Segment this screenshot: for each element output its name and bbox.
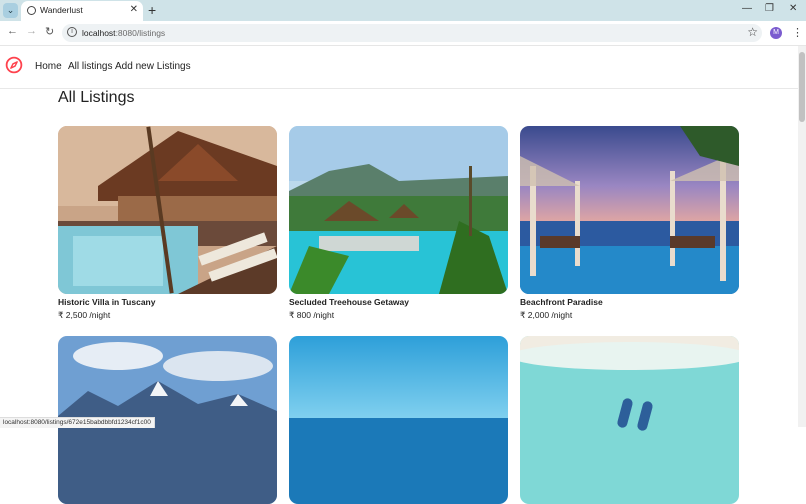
tab-search-icon[interactable]: ⌄	[3, 3, 18, 18]
tab-title: Wanderlust	[40, 5, 83, 15]
browser-menu-icon[interactable]: ⋮	[792, 26, 803, 39]
nav-link-home[interactable]: Home	[35, 61, 62, 72]
url-path: :8080/listings	[115, 28, 166, 38]
nav-link-add-listing[interactable]: Add new Listings	[115, 61, 191, 72]
listing-card[interactable]: Beachfront Paradise ₹ 2,000 /night	[520, 126, 739, 320]
globe-icon	[27, 6, 36, 15]
listing-price: ₹ 2,000 /night	[520, 310, 573, 320]
listing-image[interactable]	[289, 126, 508, 294]
compass-icon[interactable]	[5, 56, 23, 74]
address-bar[interactable]: i localhost:8080/listings ☆	[62, 24, 762, 42]
listing-card[interactable]: Secluded Treehouse Getaway ₹ 800 /night	[289, 126, 508, 320]
forward-icon[interactable]: →	[26, 25, 37, 37]
status-url: localhost:8080/listings/672e15babdbbfd12…	[0, 417, 155, 428]
nav-link-all-listings[interactable]: All listings	[68, 61, 112, 72]
profile-avatar[interactable]: M	[770, 27, 782, 39]
back-icon[interactable]: ←	[7, 25, 18, 37]
page-title: All Listings	[58, 89, 135, 106]
listing-image[interactable]	[520, 336, 739, 504]
close-tab-icon[interactable]: ✕	[130, 4, 138, 15]
browser-toolbar: ← → ↻ i localhost:8080/listings ☆	[0, 21, 806, 46]
listing-image[interactable]	[289, 336, 508, 504]
listing-image[interactable]	[58, 126, 277, 294]
tab-strip: ⌄ Wanderlust ✕ + — ❐ ✕	[0, 0, 806, 21]
listing-image[interactable]	[520, 126, 739, 294]
page-scrollbar-thumb[interactable]	[799, 52, 805, 122]
listing-title: Historic Villa in Tuscany	[58, 297, 156, 307]
minimize-icon[interactable]: —	[742, 3, 752, 14]
browser-tab[interactable]: Wanderlust ✕	[21, 1, 143, 21]
listing-card[interactable]	[289, 336, 508, 504]
new-tab-button[interactable]: +	[148, 2, 156, 18]
listing-card[interactable]: Historic Villa in Tuscany ₹ 2,500 /night	[58, 126, 277, 320]
listing-price: ₹ 800 /night	[289, 310, 335, 320]
listing-price: ₹ 2,500 /night	[58, 310, 111, 320]
listing-title: Secluded Treehouse Getaway	[289, 297, 409, 307]
site-navbar: Home All listings Add new Listings	[0, 46, 798, 89]
reload-icon[interactable]: ↻	[45, 25, 54, 38]
close-window-icon[interactable]: ✕	[789, 3, 797, 14]
site-info-icon[interactable]: i	[67, 27, 77, 37]
listing-title: Beachfront Paradise	[520, 297, 603, 307]
bookmark-star-icon[interactable]: ☆	[747, 25, 758, 39]
url-host: localhost	[82, 28, 116, 38]
url-text: localhost:8080/listings	[82, 28, 165, 38]
listing-card[interactable]	[520, 336, 739, 504]
restore-icon[interactable]: ❐	[765, 3, 774, 14]
